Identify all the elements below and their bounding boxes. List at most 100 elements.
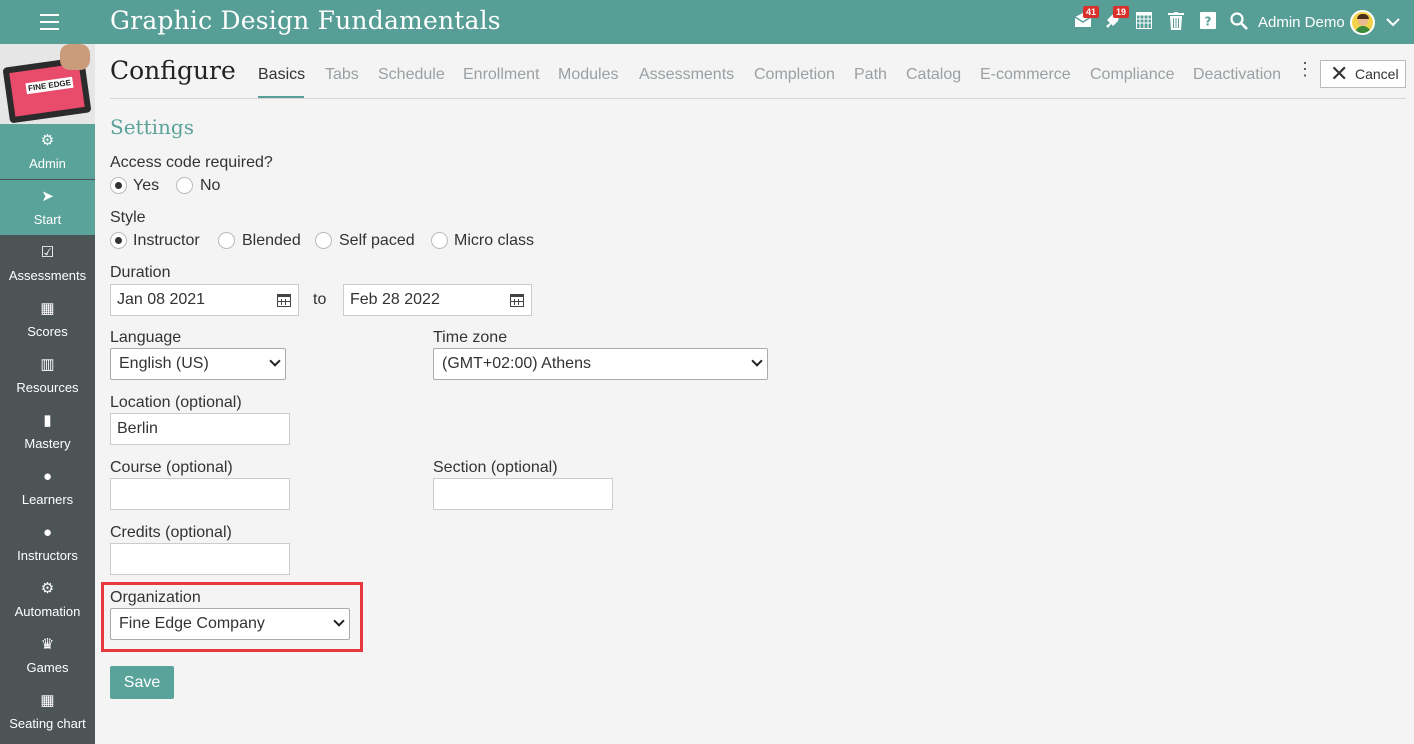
language-label: Language: [110, 329, 182, 346]
notifications-icon[interactable]: 19: [1104, 6, 1130, 35]
location-field[interactable]: Berlin: [110, 413, 290, 445]
location-arrow-icon: ➤: [41, 188, 54, 205]
search-icon[interactable]: [1230, 12, 1248, 35]
timezone-label: Time zone: [433, 329, 508, 346]
duration-start-field[interactable]: Jan 08 2021: [110, 284, 299, 316]
cogs-icon: ⚙: [40, 580, 55, 597]
cancel-button[interactable]: ✕ Cancel: [1320, 60, 1406, 88]
course-field[interactable]: [110, 478, 290, 510]
style-self-paced-label: Self paced: [339, 232, 415, 249]
sidebar-item-games[interactable]: ♛ Games: [0, 628, 95, 684]
tab-tabs[interactable]: Tabs: [325, 66, 359, 84]
location-value: Berlin: [117, 420, 158, 437]
instructor-icon: ●: [42, 524, 53, 541]
tab-e-commerce[interactable]: E-commerce: [980, 66, 1071, 84]
location-label: Location (optional): [110, 394, 242, 411]
chevron-down-icon: [751, 355, 763, 367]
messages-icon[interactable]: 41: [1074, 6, 1100, 33]
user-icon: ●: [42, 468, 53, 485]
tab-compliance[interactable]: Compliance: [1090, 66, 1174, 84]
calendar-icon[interactable]: [277, 294, 291, 307]
access-code-label: Access code required?: [110, 154, 273, 171]
hamburger-menu-icon[interactable]: [40, 14, 59, 30]
course-thumbnail[interactable]: FINE EDGE: [0, 44, 95, 124]
sidebar-item-learners[interactable]: ● Learners: [0, 460, 95, 516]
tab-assessments[interactable]: Assessments: [639, 66, 734, 84]
tab-basics[interactable]: Basics: [258, 66, 305, 84]
app-title: Graphic Design Fundamentals: [110, 6, 501, 35]
svg-text:?: ?: [1205, 15, 1212, 29]
tab-schedule[interactable]: Schedule: [378, 66, 445, 84]
section-label: Section (optional): [433, 459, 558, 476]
sidebar-item-label: Learners: [21, 492, 74, 507]
course-label: Course (optional): [110, 459, 233, 476]
tab-catalog[interactable]: Catalog: [906, 66, 961, 84]
tab-enrollment[interactable]: Enrollment: [463, 66, 539, 84]
sidebar-item-start[interactable]: ➤ Start: [0, 180, 95, 236]
language-select[interactable]: English (US): [110, 348, 286, 380]
access-code-no-radio[interactable]: [176, 177, 193, 194]
close-icon: ✕: [1330, 61, 1349, 86]
cancel-label: Cancel: [1355, 66, 1399, 82]
sidebar-item-label: Games: [26, 660, 69, 675]
duration-end-field[interactable]: Feb 28 2022: [343, 284, 532, 316]
trash-icon[interactable]: [1168, 12, 1184, 35]
chevron-down-icon: [269, 355, 281, 367]
page-title: Configure: [110, 56, 236, 85]
help-icon[interactable]: ?: [1200, 12, 1216, 34]
tab-modules[interactable]: Modules: [558, 66, 618, 84]
section-field[interactable]: [433, 478, 613, 510]
section-title: Settings: [110, 115, 194, 139]
gear-icon: ⚙: [40, 132, 55, 149]
style-micro-class-label: Micro class: [454, 232, 535, 249]
style-micro-class-radio[interactable]: [431, 232, 448, 249]
style-instructor-label: Instructor: [133, 232, 200, 249]
style-label: Style: [110, 209, 146, 226]
sidebar-item-mastery[interactable]: ▮ Mastery: [0, 404, 95, 460]
sidebar-item-assessments[interactable]: ☑ Assessments: [0, 236, 95, 292]
tab-path[interactable]: Path: [854, 66, 887, 84]
sidebar-item-label: Instructors: [17, 548, 78, 563]
duration-start-value: Jan 08 2021: [117, 291, 206, 308]
sidebar-item-instructors[interactable]: ● Instructors: [0, 516, 95, 572]
sidebar-item-label: Resources: [16, 380, 79, 395]
more-options-icon[interactable]: ⋮: [1296, 60, 1314, 78]
save-button[interactable]: Save: [110, 666, 174, 699]
user-avatar[interactable]: [1350, 10, 1375, 35]
style-instructor-radio[interactable]: [110, 232, 127, 249]
credits-label: Credits (optional): [110, 524, 232, 541]
sidebar-item-label: Admin: [29, 156, 66, 171]
sidebar-item-seating-chart[interactable]: ▦ Seating chart: [0, 684, 95, 740]
sidebar-item-automation[interactable]: ⚙ Automation: [0, 572, 95, 628]
tab-completion[interactable]: Completion: [754, 66, 835, 84]
style-self-paced-radio[interactable]: [315, 232, 332, 249]
style-blended-radio[interactable]: [218, 232, 235, 249]
duration-to-label: to: [313, 291, 327, 308]
calendar-icon[interactable]: [510, 294, 524, 307]
access-code-yes-radio[interactable]: [110, 177, 127, 194]
header-divider: [110, 98, 1406, 99]
sidebar-item-label: Mastery: [24, 436, 71, 451]
calendar-icon[interactable]: [1136, 12, 1152, 34]
user-name[interactable]: Admin Demo: [1258, 14, 1345, 31]
sidebar-item-label: Automation: [14, 604, 81, 619]
sidebar-item-label: Seating chart: [9, 716, 86, 731]
credits-field[interactable]: [110, 543, 290, 575]
gradebook-icon: ▦: [40, 300, 55, 317]
chevron-down-icon[interactable]: [1386, 14, 1400, 32]
notifications-badge: 19: [1113, 6, 1130, 18]
sidebar-item-scores[interactable]: ▦ Scores: [0, 292, 95, 348]
language-value: English (US): [119, 355, 209, 372]
sidebar-item-label: Scores: [27, 324, 68, 339]
access-code-yes-label: Yes: [133, 177, 160, 194]
checkbox-icon: ☑: [40, 244, 55, 261]
timezone-value: (GMT+02:00) Athens: [442, 355, 591, 372]
timezone-select[interactable]: (GMT+02:00) Athens: [433, 348, 768, 380]
sidebar-item-resources[interactable]: ▥ Resources: [0, 348, 95, 404]
bar-chart-icon: ▮: [43, 412, 52, 429]
duration-label: Duration: [110, 264, 171, 281]
sidebar-item-admin[interactable]: ⚙ Admin: [0, 124, 95, 180]
sidebar-item-label: Assessments: [8, 268, 87, 283]
access-code-no-label: No: [200, 177, 221, 194]
tab-deactivation[interactable]: Deactivation: [1193, 66, 1281, 84]
